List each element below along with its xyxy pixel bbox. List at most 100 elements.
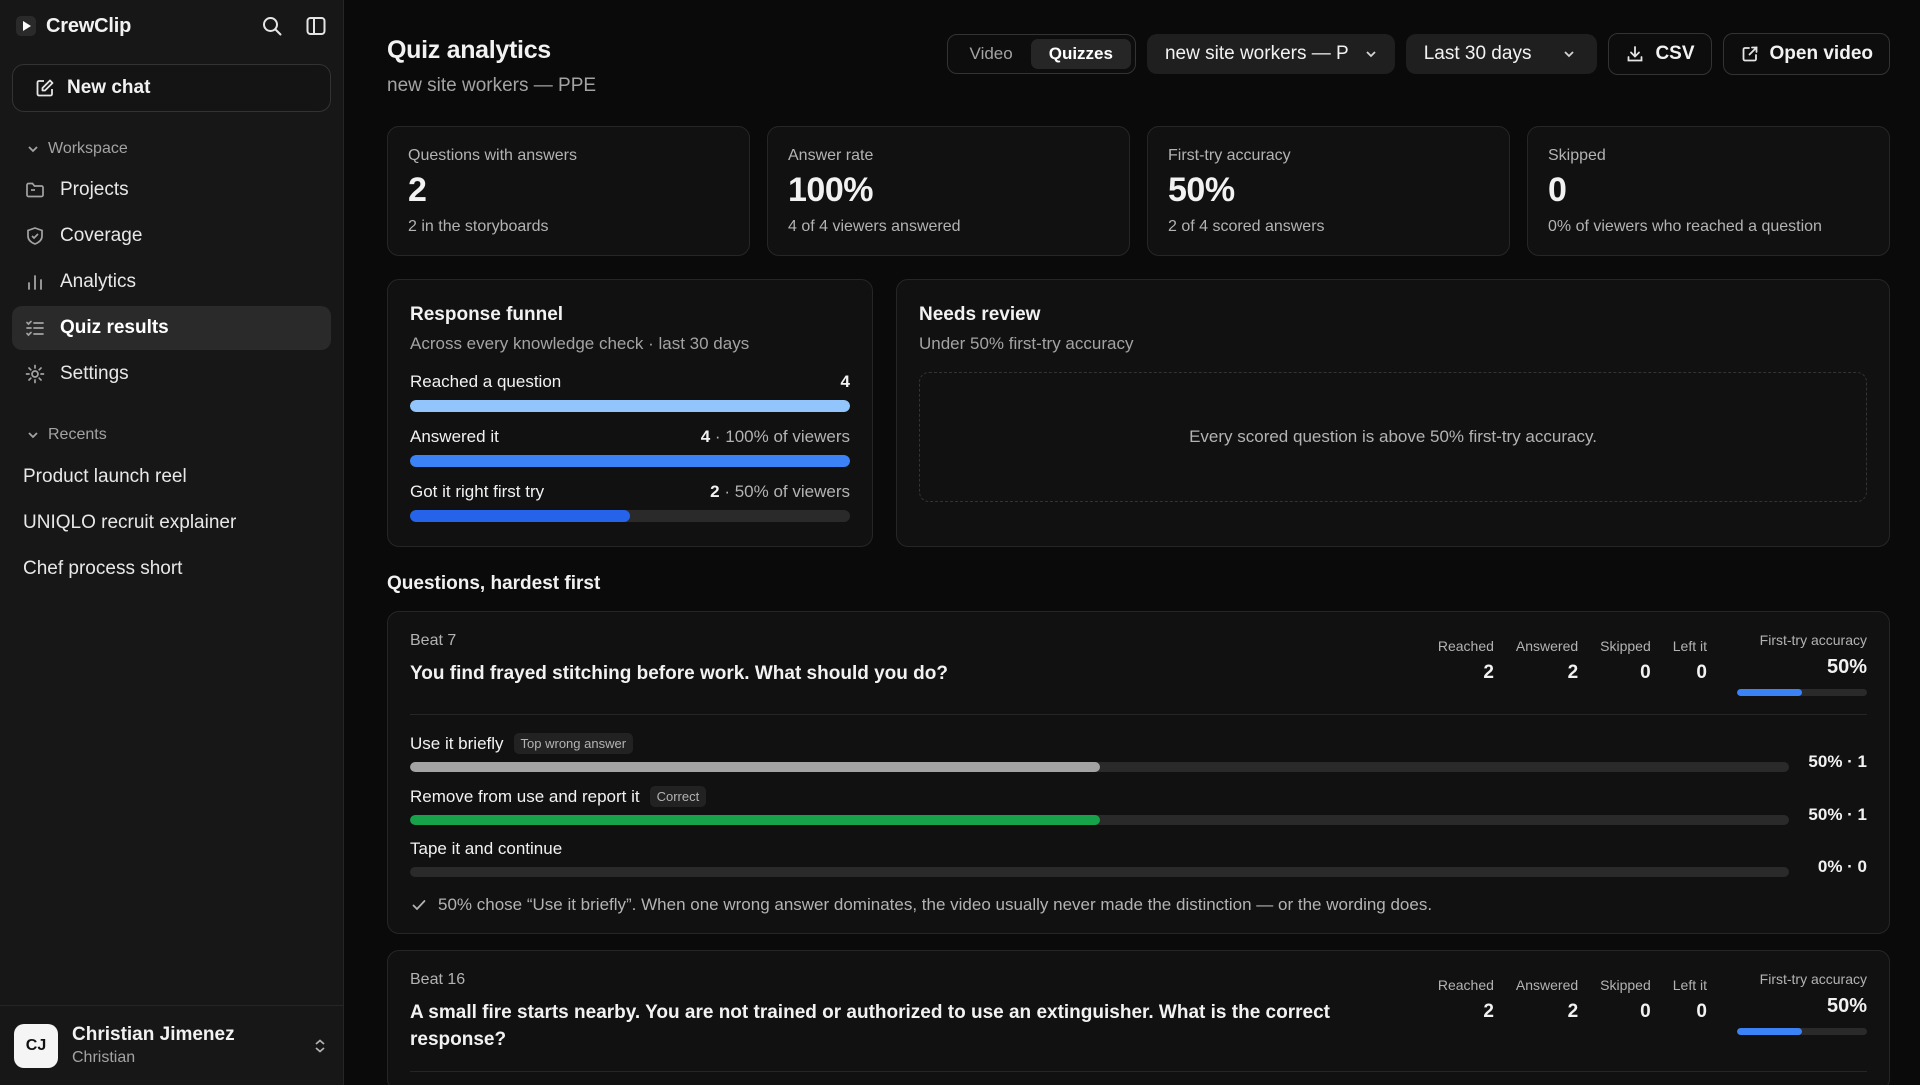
tab-quizzes[interactable]: Quizzes bbox=[1030, 39, 1131, 69]
stat-value: 50% bbox=[1168, 171, 1235, 209]
avatar: CJ bbox=[14, 1023, 58, 1068]
recents-list: Product launch reel UNIQLO recruit expla… bbox=[0, 454, 343, 592]
metric-label: Reached bbox=[1437, 638, 1494, 654]
view-toggle: Video Quizzes bbox=[946, 34, 1136, 74]
metric-reached: 2 bbox=[1483, 662, 1494, 683]
sidebar-item-label: Quiz results bbox=[60, 317, 169, 338]
list-check-icon bbox=[24, 317, 46, 339]
metric-label: Reached bbox=[1437, 977, 1494, 993]
accuracy-bar-fill bbox=[1737, 689, 1802, 696]
funnel-row-count: 2 bbox=[710, 482, 720, 501]
answer-percent: 0% · 0 bbox=[1817, 857, 1867, 876]
empty-state: Every scored question is above 50% first… bbox=[919, 372, 1867, 502]
questions-heading: Questions, hardest first bbox=[387, 573, 601, 594]
metric-label: Skipped bbox=[1600, 638, 1651, 654]
new-chat-button[interactable]: New chat bbox=[12, 64, 331, 112]
answer-tag: Top wrong answer bbox=[513, 733, 634, 754]
sidebar-item-coverage[interactable]: Coverage bbox=[12, 214, 331, 258]
funnel-row: Answered it 4 · 100% of viewers bbox=[410, 427, 850, 467]
funnel-bar-fill bbox=[410, 455, 850, 467]
answer-row: Tape it and continue 0% · 0 bbox=[410, 839, 1867, 877]
answer-label: Remove from use and report it bbox=[410, 786, 640, 806]
sidebar-item-projects[interactable]: Projects bbox=[12, 168, 331, 212]
funnel-row-suffix: · 50% of viewers bbox=[719, 482, 850, 501]
recents-label: Recents bbox=[48, 426, 107, 443]
question-text: A small fire starts nearby. You are not … bbox=[410, 1002, 1330, 1050]
metric-label: First-try accuracy bbox=[1759, 632, 1867, 648]
question-beat: Beat 16 bbox=[410, 971, 466, 988]
header-controls: Video Quizzes new site workers — P Last … bbox=[946, 33, 1890, 75]
funnel-row-label: Answered it bbox=[410, 427, 499, 446]
sidebar-item-label: Projects bbox=[60, 179, 129, 200]
chevron-up-down-icon bbox=[311, 1037, 329, 1055]
page-title: Quiz analytics bbox=[387, 36, 551, 64]
recents-section-toggle[interactable]: Recents bbox=[0, 424, 343, 446]
recent-item[interactable]: UNIQLO recruit explainer bbox=[0, 500, 343, 546]
stat-note: 0% of viewers who reached a question bbox=[1548, 218, 1822, 235]
project-select[interactable]: new site workers — P bbox=[1146, 34, 1395, 74]
user-menu[interactable]: CJ Christian Jimenez Christian bbox=[0, 1005, 343, 1085]
bar-chart-icon bbox=[24, 271, 46, 293]
divider bbox=[410, 714, 1867, 715]
sidebar-item-settings[interactable]: Settings bbox=[12, 352, 331, 396]
answer-track bbox=[410, 867, 1789, 877]
stat-value: 100% bbox=[788, 171, 873, 209]
metric-skipped: 0 bbox=[1640, 662, 1651, 683]
question-metrics: Reached 2 Answered 2 Skipped 0 Left it 0 Fir… bbox=[1438, 971, 1867, 1053]
tab-video[interactable]: Video bbox=[952, 39, 1031, 69]
sidebar: CrewClip New chat Workspace Projects Cov… bbox=[0, 0, 344, 1085]
answer-percent: 50% · 1 bbox=[1808, 805, 1867, 824]
metric-left: 0 bbox=[1696, 1001, 1707, 1022]
sidebar-toggle-icon[interactable] bbox=[303, 13, 329, 39]
accuracy-track bbox=[1737, 1028, 1867, 1035]
response-funnel-panel: Response funnel Across every knowledge c… bbox=[387, 279, 873, 547]
gear-icon bbox=[24, 363, 46, 385]
stat-card-questions: Questions with answers 2 2 in the storyb… bbox=[387, 126, 750, 256]
recent-item[interactable]: Chef process short bbox=[0, 546, 343, 592]
open-video-label: Open video bbox=[1769, 43, 1873, 64]
answer-label: Use it briefly bbox=[410, 733, 504, 753]
sidebar-item-quiz-results[interactable]: Quiz results bbox=[12, 306, 331, 350]
funnel-track bbox=[410, 510, 850, 522]
project-select-value: new site workers — P bbox=[1164, 43, 1349, 64]
funnel-track bbox=[410, 400, 850, 412]
brand-row: CrewClip bbox=[0, 0, 343, 52]
answer-label: Tape it and continue bbox=[410, 839, 563, 858]
needs-review-panel: Needs review Under 50% first-try accurac… bbox=[896, 279, 1890, 547]
metric-label: Left it bbox=[1672, 977, 1707, 993]
stat-card-skipped: Skipped 0 0% of viewers who reached a qu… bbox=[1527, 126, 1890, 256]
metric-left: 0 bbox=[1696, 662, 1707, 683]
date-range-select[interactable]: Last 30 days bbox=[1405, 34, 1598, 74]
stat-label: Skipped bbox=[1548, 147, 1606, 164]
new-chat-label: New chat bbox=[67, 77, 151, 98]
recent-item[interactable]: Product launch reel bbox=[0, 454, 343, 500]
open-video-button[interactable]: Open video bbox=[1722, 33, 1890, 75]
funnel-row-suffix: · 100% of viewers bbox=[710, 427, 850, 446]
metric-label: Left it bbox=[1672, 638, 1707, 654]
question-card: Beat 7 You find frayed stitching before … bbox=[387, 611, 1890, 934]
sidebar-nav: Projects Coverage Analytics Quiz results… bbox=[0, 168, 343, 396]
workspace-section-toggle[interactable]: Workspace bbox=[0, 138, 343, 160]
funnel-rows: Reached a question 4 Answered it 4 · 100… bbox=[410, 372, 850, 522]
metric-reached: 2 bbox=[1483, 1001, 1494, 1022]
workspace-label: Workspace bbox=[48, 140, 128, 157]
metric-label: First-try accuracy bbox=[1759, 971, 1867, 987]
question-beat: Beat 7 bbox=[410, 632, 457, 649]
folder-icon bbox=[24, 179, 46, 201]
question-card: Beat 16 A small fire starts nearby. You … bbox=[387, 950, 1890, 1085]
sidebar-item-label: Analytics bbox=[60, 271, 137, 292]
user-name: Christian Jimenez bbox=[72, 1024, 235, 1045]
question-text: You find frayed stitching before work. W… bbox=[410, 663, 948, 684]
external-link-icon bbox=[1740, 44, 1760, 64]
csv-export-button[interactable]: CSV bbox=[1608, 33, 1712, 75]
metric-answered: 2 bbox=[1567, 662, 1579, 683]
app-root: CrewClip New chat Workspace Projects Cov… bbox=[0, 0, 1920, 1085]
chevron-down-icon bbox=[1561, 46, 1577, 62]
stat-value: 2 bbox=[408, 171, 427, 209]
funnel-bar-fill bbox=[410, 400, 850, 412]
funnel-track bbox=[410, 455, 850, 467]
check-icon bbox=[410, 896, 428, 914]
sidebar-item-analytics[interactable]: Analytics bbox=[12, 260, 331, 304]
search-icon[interactable] bbox=[259, 13, 285, 39]
question-insight: 50% chose “Use it briefly”. When one wro… bbox=[410, 895, 1867, 915]
